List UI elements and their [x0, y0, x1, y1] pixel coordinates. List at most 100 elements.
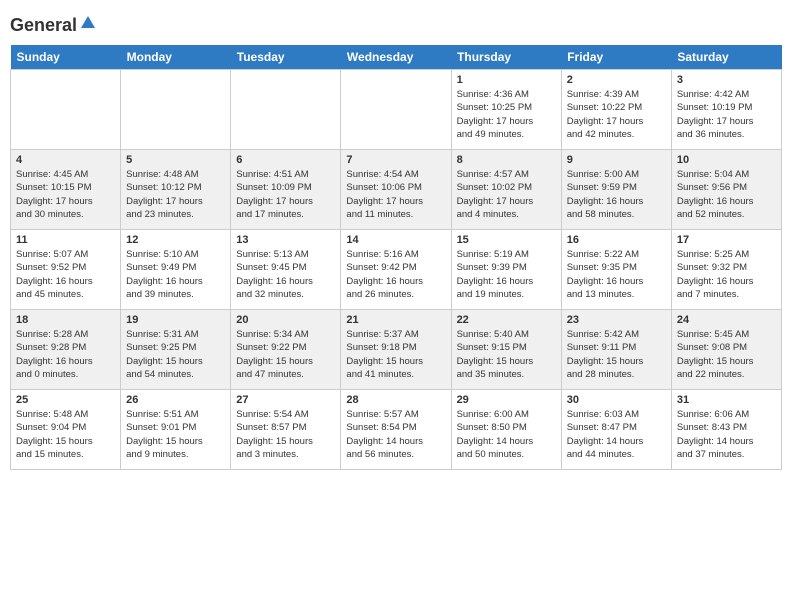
calendar-cell: 3 Sunrise: 4:42 AMSunset: 10:19 PMDayligh… — [671, 70, 781, 150]
day-info: Sunrise: 5:04 AMSunset: 9:56 PMDaylight:… — [677, 168, 776, 221]
calendar-cell: 7Sunrise: 4:54 AMSunset: 10:06 PMDayligh… — [341, 150, 451, 230]
day-number: 15 — [457, 234, 556, 246]
calendar-cell — [11, 70, 121, 150]
day-number: 3 — [677, 74, 776, 86]
logo-general: General — [10, 15, 77, 36]
col-header-thursday: Thursday — [451, 45, 561, 70]
calendar-cell: 19 Sunrise: 5:31 AMSunset: 9:25 PMDayligh… — [121, 310, 231, 390]
day-info: Sunrise: 4:39 AMSunset: 10:22 PMDaylight… — [567, 88, 666, 141]
day-number: 21 — [346, 314, 445, 326]
col-header-wednesday: Wednesday — [341, 45, 451, 70]
calendar-table: SundayMondayTuesdayWednesdayThursdayFrid… — [10, 45, 782, 470]
calendar-cell: 25 Sunrise: 5:48 AMSunset: 9:04 PMDayligh… — [11, 390, 121, 470]
calendar-cell: 21 Sunrise: 5:37 AMSunset: 9:18 PMDayligh… — [341, 310, 451, 390]
calendar-cell: 20 Sunrise: 5:34 AMSunset: 9:22 PMDayligh… — [231, 310, 341, 390]
day-number: 6 — [236, 154, 335, 166]
calendar-cell: 16 Sunrise: 5:22 AMSunset: 9:35 PMDayligh… — [561, 230, 671, 310]
day-number: 28 — [346, 394, 445, 406]
calendar-cell: 1Sunrise: 4:36 AMSunset: 10:25 PMDayligh… — [451, 70, 561, 150]
day-number: 31 — [677, 394, 776, 406]
day-number: 25 — [16, 394, 115, 406]
day-info: Sunrise: 5:57 AMSunset: 8:54 PMDaylight:… — [346, 408, 445, 461]
day-number: 9 — [567, 154, 666, 166]
day-number: 22 — [457, 314, 556, 326]
day-info: Sunrise: 5:54 AMSunset: 8:57 PMDaylight:… — [236, 408, 335, 461]
day-info: Sunrise: 5:13 AMSunset: 9:45 PMDaylight:… — [236, 248, 335, 301]
calendar-cell: 29 Sunrise: 6:00 AMSunset: 8:50 PMDayligh… — [451, 390, 561, 470]
col-header-sunday: Sunday — [11, 45, 121, 70]
day-info: Sunrise: 5:48 AMSunset: 9:04 PMDaylight:… — [16, 408, 115, 461]
day-number: 2 — [567, 74, 666, 86]
calendar-cell: 2 Sunrise: 4:39 AMSunset: 10:22 PMDayligh… — [561, 70, 671, 150]
calendar-cell: 5 Sunrise: 4:48 AMSunset: 10:12 PMDayligh… — [121, 150, 231, 230]
day-info: Sunrise: 4:42 AMSunset: 10:19 PMDaylight… — [677, 88, 776, 141]
day-number: 30 — [567, 394, 666, 406]
calendar-cell — [341, 70, 451, 150]
calendar-cell: 14 Sunrise: 5:16 AMSunset: 9:42 PMDayligh… — [341, 230, 451, 310]
day-info: Sunrise: 4:48 AMSunset: 10:12 PMDaylight… — [126, 168, 225, 221]
day-number: 20 — [236, 314, 335, 326]
day-info: Sunrise: 5:42 AMSunset: 9:11 PMDaylight:… — [567, 328, 666, 381]
calendar-cell: 10Sunrise: 5:04 AMSunset: 9:56 PMDayligh… — [671, 150, 781, 230]
calendar-cell — [231, 70, 341, 150]
day-info: Sunrise: 5:07 AMSunset: 9:52 PMDaylight:… — [16, 248, 115, 301]
day-info: Sunrise: 5:37 AMSunset: 9:18 PMDaylight:… — [346, 328, 445, 381]
calendar-cell: 18 Sunrise: 5:28 AMSunset: 9:28 PMDayligh… — [11, 310, 121, 390]
calendar-cell: 15 Sunrise: 5:19 AMSunset: 9:39 PMDayligh… — [451, 230, 561, 310]
day-info: Sunrise: 5:51 AMSunset: 9:01 PMDaylight:… — [126, 408, 225, 461]
day-number: 24 — [677, 314, 776, 326]
calendar-cell: 30Sunrise: 6:03 AMSunset: 8:47 PMDayligh… — [561, 390, 671, 470]
day-info: Sunrise: 6:00 AMSunset: 8:50 PMDaylight:… — [457, 408, 556, 461]
day-info: Sunrise: 4:57 AMSunset: 10:02 PMDaylight… — [457, 168, 556, 221]
day-number: 12 — [126, 234, 225, 246]
day-info: Sunrise: 5:19 AMSunset: 9:39 PMDaylight:… — [457, 248, 556, 301]
calendar-cell: 8 Sunrise: 4:57 AMSunset: 10:02 PMDayligh… — [451, 150, 561, 230]
calendar-cell: 9Sunrise: 5:00 AMSunset: 9:59 PMDaylight… — [561, 150, 671, 230]
calendar-cell: 23 Sunrise: 5:42 AMSunset: 9:11 PMDayligh… — [561, 310, 671, 390]
day-number: 19 — [126, 314, 225, 326]
calendar-cell: 22Sunrise: 5:40 AMSunset: 9:15 PMDayligh… — [451, 310, 561, 390]
calendar-cell: 28 Sunrise: 5:57 AMSunset: 8:54 PMDayligh… — [341, 390, 451, 470]
day-info: Sunrise: 4:54 AMSunset: 10:06 PMDaylight… — [346, 168, 445, 221]
calendar-cell — [121, 70, 231, 150]
day-number: 27 — [236, 394, 335, 406]
day-number: 11 — [16, 234, 115, 246]
day-info: Sunrise: 4:45 AMSunset: 10:15 PMDaylight… — [16, 168, 115, 221]
day-number: 18 — [16, 314, 115, 326]
day-info: Sunrise: 5:22 AMSunset: 9:35 PMDaylight:… — [567, 248, 666, 301]
day-number: 5 — [126, 154, 225, 166]
col-header-saturday: Saturday — [671, 45, 781, 70]
day-info: Sunrise: 4:51 AMSunset: 10:09 PMDaylight… — [236, 168, 335, 221]
calendar-cell: 27 Sunrise: 5:54 AMSunset: 8:57 PMDayligh… — [231, 390, 341, 470]
day-number: 29 — [457, 394, 556, 406]
calendar-cell: 11 Sunrise: 5:07 AMSunset: 9:52 PMDayligh… — [11, 230, 121, 310]
day-info: Sunrise: 5:10 AMSunset: 9:49 PMDaylight:… — [126, 248, 225, 301]
day-number: 13 — [236, 234, 335, 246]
logo: General — [10, 10, 97, 37]
day-number: 4 — [16, 154, 115, 166]
day-number: 26 — [126, 394, 225, 406]
col-header-monday: Monday — [121, 45, 231, 70]
day-info: Sunrise: 6:06 AMSunset: 8:43 PMDaylight:… — [677, 408, 776, 461]
day-info: Sunrise: 4:36 AMSunset: 10:25 PMDaylight… — [457, 88, 556, 141]
col-header-tuesday: Tuesday — [231, 45, 341, 70]
day-info: Sunrise: 5:25 AMSunset: 9:32 PMDaylight:… — [677, 248, 776, 301]
calendar-cell: 31 Sunrise: 6:06 AMSunset: 8:43 PMDayligh… — [671, 390, 781, 470]
day-info: Sunrise: 5:34 AMSunset: 9:22 PMDaylight:… — [236, 328, 335, 381]
calendar-cell: 24 Sunrise: 5:45 AMSunset: 9:08 PMDayligh… — [671, 310, 781, 390]
day-number: 14 — [346, 234, 445, 246]
header: General — [10, 10, 782, 37]
day-number: 16 — [567, 234, 666, 246]
day-info: Sunrise: 5:16 AMSunset: 9:42 PMDaylight:… — [346, 248, 445, 301]
calendar-cell: 4 Sunrise: 4:45 AMSunset: 10:15 PMDayligh… — [11, 150, 121, 230]
calendar-cell: 12 Sunrise: 5:10 AMSunset: 9:49 PMDayligh… — [121, 230, 231, 310]
col-header-friday: Friday — [561, 45, 671, 70]
day-info: Sunrise: 5:45 AMSunset: 9:08 PMDaylight:… — [677, 328, 776, 381]
day-info: Sunrise: 5:28 AMSunset: 9:28 PMDaylight:… — [16, 328, 115, 381]
day-number: 23 — [567, 314, 666, 326]
calendar-cell: 13 Sunrise: 5:13 AMSunset: 9:45 PMDayligh… — [231, 230, 341, 310]
calendar-cell: 6 Sunrise: 4:51 AMSunset: 10:09 PMDayligh… — [231, 150, 341, 230]
day-number: 8 — [457, 154, 556, 166]
day-info: Sunrise: 5:31 AMSunset: 9:25 PMDaylight:… — [126, 328, 225, 381]
calendar-cell: 17Sunrise: 5:25 AMSunset: 9:32 PMDayligh… — [671, 230, 781, 310]
